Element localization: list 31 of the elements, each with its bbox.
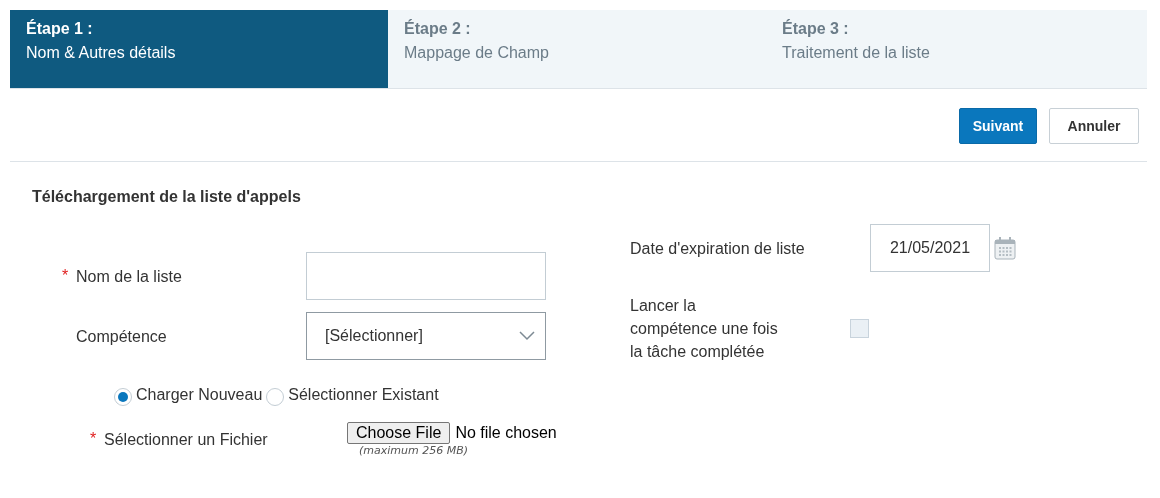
section-title: Téléchargement de la liste d'appels: [32, 188, 302, 206]
field-label: Date d'expiration de liste: [630, 238, 806, 259]
step-name: Traitement de la liste: [782, 44, 931, 62]
checkbox[interactable]: [850, 318, 869, 338]
file-status: No file chosen: [455, 423, 557, 442]
step-number: Étape 3 :: [782, 20, 850, 38]
list-name-input[interactable]: [306, 252, 546, 300]
cancel-button[interactable]: Annuler: [1049, 108, 1139, 144]
next-button[interactable]: Suivant: [959, 108, 1037, 144]
step-name: Nom & Autres détails: [26, 44, 177, 62]
field-label: Nom de la liste: [76, 266, 183, 287]
radio-option[interactable]: Sélectionner Existant: [266, 384, 439, 406]
calendar-icon[interactable]: [994, 236, 1016, 260]
file-size-hint: (maximum 256 MB): [359, 443, 469, 457]
step-tab[interactable]: Étape 1 : Nom & Autres détails: [10, 10, 388, 88]
chevron-down-icon: [519, 331, 535, 341]
select-value: [Sélectionner]: [325, 327, 423, 345]
field-label: Compétence: [76, 326, 168, 347]
step-tab[interactable]: Étape 2 : Mappage de Champ: [388, 10, 766, 88]
competence-select[interactable]: [Sélectionner]: [306, 312, 546, 360]
step-name: Mappage de Champ: [404, 44, 550, 62]
required-mark: *: [90, 430, 98, 448]
step-number: Étape 1 :: [26, 20, 94, 38]
field-label: Sélectionner un Fichier: [104, 429, 269, 450]
date-field[interactable]: 21/05/2021: [870, 224, 990, 272]
field-label: Lancer la compétence une fois la tâche complétée: [630, 295, 779, 362]
choose-file-button[interactable]: Choose File: [347, 421, 451, 444]
required-mark: *: [62, 267, 70, 285]
radio-option[interactable]: Charger Nouveau: [114, 384, 263, 406]
step-tab[interactable]: Étape 3 : Traitement de la liste: [766, 10, 1144, 88]
step-number: Étape 2 :: [404, 20, 472, 38]
